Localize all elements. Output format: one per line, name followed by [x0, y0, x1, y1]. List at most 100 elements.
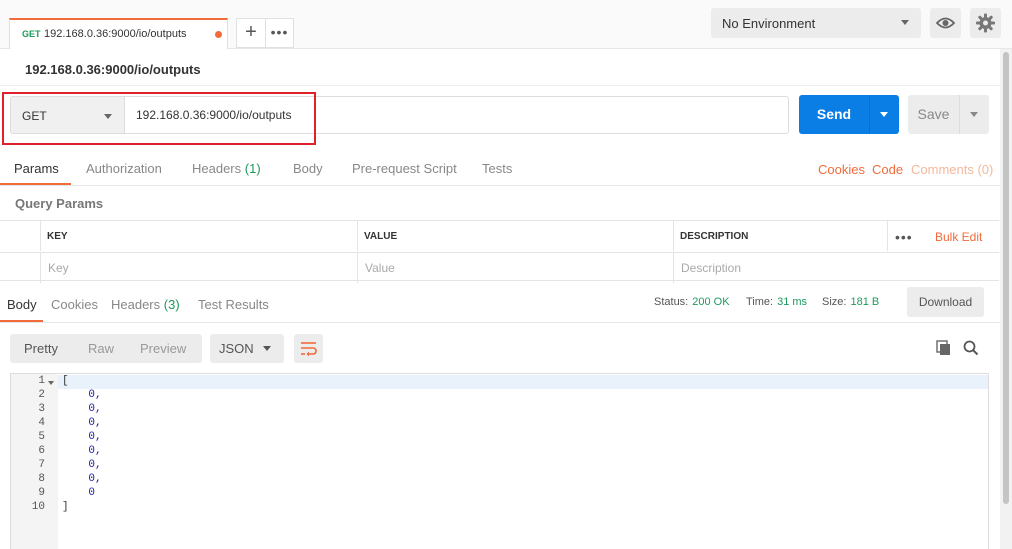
method-select[interactable]: GET [10, 96, 125, 134]
wrap-lines-icon [301, 342, 317, 357]
query-params-table: KEY VALUE DESCRIPTION ••• Bulk Edit [0, 220, 999, 283]
table-cell [0, 221, 40, 251]
line-number: 6 [38, 445, 45, 457]
tab-headers-label: Headers [192, 161, 242, 176]
search-button[interactable] [961, 338, 981, 358]
manage-environments-button[interactable] [970, 8, 1001, 38]
gear-icon [976, 13, 995, 33]
response-tab-headers-count: (3) [163, 297, 180, 312]
line-number: 9 [38, 487, 45, 499]
line-number: 2 [38, 389, 45, 401]
tab-params[interactable]: Params [14, 161, 59, 176]
param-description-input[interactable] [675, 254, 993, 281]
status-label: Status: [654, 296, 689, 308]
query-params-title: Query Params [15, 196, 104, 211]
line-number: 4 [38, 417, 45, 429]
response-status: Status: 200 OK [654, 296, 730, 308]
comments-link[interactable]: Comments (0) [911, 162, 993, 177]
chevron-down-icon [880, 112, 888, 117]
line-number: 3 [38, 403, 45, 415]
code-line: [ [62, 375, 69, 387]
code-link[interactable]: Code [872, 162, 903, 177]
format-pretty-button[interactable]: Pretty [24, 341, 58, 356]
table-header-value: VALUE [357, 221, 673, 251]
active-line-highlight [11, 375, 988, 389]
divider [0, 185, 1000, 186]
more-tabs-button[interactable]: ••• [265, 18, 294, 48]
divider [0, 322, 1000, 323]
send-options-button[interactable] [869, 95, 899, 134]
time-value: 31 ms [777, 296, 808, 308]
language-select[interactable]: JSON [210, 334, 284, 363]
wrap-lines-button[interactable] [294, 334, 323, 363]
code-line: ] [62, 501, 69, 513]
send-button[interactable]: Send [799, 95, 869, 134]
cookies-link[interactable]: Cookies [818, 162, 865, 177]
response-tab-headers-label: Headers [111, 297, 161, 312]
table-header-row: KEY VALUE DESCRIPTION ••• Bulk Edit [0, 221, 999, 251]
code-line: 0, [62, 389, 102, 401]
tab-authorization[interactable]: Authorization [86, 161, 162, 176]
scrollbar-thumb[interactable] [1003, 52, 1009, 504]
save-button[interactable]: Save [908, 95, 959, 134]
chevron-down-icon [901, 20, 909, 25]
size-value: 181 B [850, 296, 880, 308]
response-body-editor[interactable]: 1 2 3 4 5 6 7 8 9 10 [ 0, 0, 0, 0, 0, 0,… [10, 373, 989, 549]
column-value-label: VALUE [364, 231, 398, 242]
response-tab-test-results[interactable]: Test Results [198, 297, 269, 312]
environment-select-value: No Environment [722, 16, 816, 31]
code-line: 0, [62, 431, 102, 443]
tab-body[interactable]: Body [293, 161, 323, 176]
new-tab-button[interactable]: + [236, 18, 266, 48]
status-value: 200 OK [692, 296, 730, 308]
line-number: 1 [38, 375, 45, 387]
format-preview-button[interactable]: Preview [140, 341, 186, 356]
url-input[interactable] [125, 96, 789, 134]
tab-prerequest-script[interactable]: Pre-request Script [352, 161, 457, 176]
code-line: 0 [62, 487, 96, 499]
tab-tests[interactable]: Tests [482, 161, 512, 176]
key-cell [40, 253, 357, 283]
param-value-input[interactable] [359, 254, 669, 281]
fold-chevron-icon[interactable] [48, 381, 54, 385]
code-line: 0, [62, 403, 102, 415]
chevron-down-icon [263, 346, 271, 351]
code-line: 0, [62, 445, 102, 457]
tab-headers[interactable]: Headers (1) [192, 161, 261, 176]
method-select-value: GET [22, 109, 47, 123]
param-key-input[interactable] [42, 254, 352, 281]
bulk-edit-link[interactable]: Bulk Edit [935, 230, 982, 244]
time-label: Time: [746, 296, 774, 308]
response-size: Size: 181 B [822, 296, 879, 308]
response-time: Time: 31 ms [746, 296, 807, 308]
format-toggle-group: Pretty Raw Preview [10, 334, 202, 363]
unsaved-indicator [215, 31, 222, 38]
line-number: 8 [38, 473, 45, 485]
code-line: 0, [62, 473, 102, 485]
response-tab-cookies[interactable]: Cookies [51, 297, 98, 312]
chevron-down-icon [104, 114, 112, 119]
environment-quick-look-button[interactable] [930, 8, 961, 38]
eye-icon [935, 17, 956, 29]
request-tab[interactable]: GET 192.168.0.36:9000/io/outputs [9, 18, 228, 49]
request-tab-method: GET [22, 29, 41, 39]
response-tab-body[interactable]: Body [7, 297, 37, 312]
column-description-label: DESCRIPTION [680, 231, 749, 242]
format-raw-button[interactable]: Raw [88, 341, 114, 356]
code-line: 0, [62, 417, 102, 429]
chevron-down-icon [970, 112, 978, 117]
more-options-icon[interactable]: ••• [895, 229, 913, 245]
table-header-key: KEY [40, 221, 357, 251]
request-tab-title: 192.168.0.36:9000/io/outputs [44, 28, 187, 40]
code-line: 0, [62, 459, 102, 471]
divider [0, 85, 1000, 86]
environment-select[interactable]: No Environment [711, 8, 921, 38]
language-select-value: JSON [219, 341, 254, 356]
download-button[interactable]: Download [907, 287, 984, 317]
column-key-label: KEY [47, 231, 68, 242]
line-number: 10 [31, 501, 45, 513]
response-tab-headers[interactable]: Headers (3) [111, 297, 180, 312]
save-options-button[interactable] [959, 95, 989, 134]
line-number: 7 [38, 459, 45, 471]
copy-button[interactable] [934, 338, 954, 358]
